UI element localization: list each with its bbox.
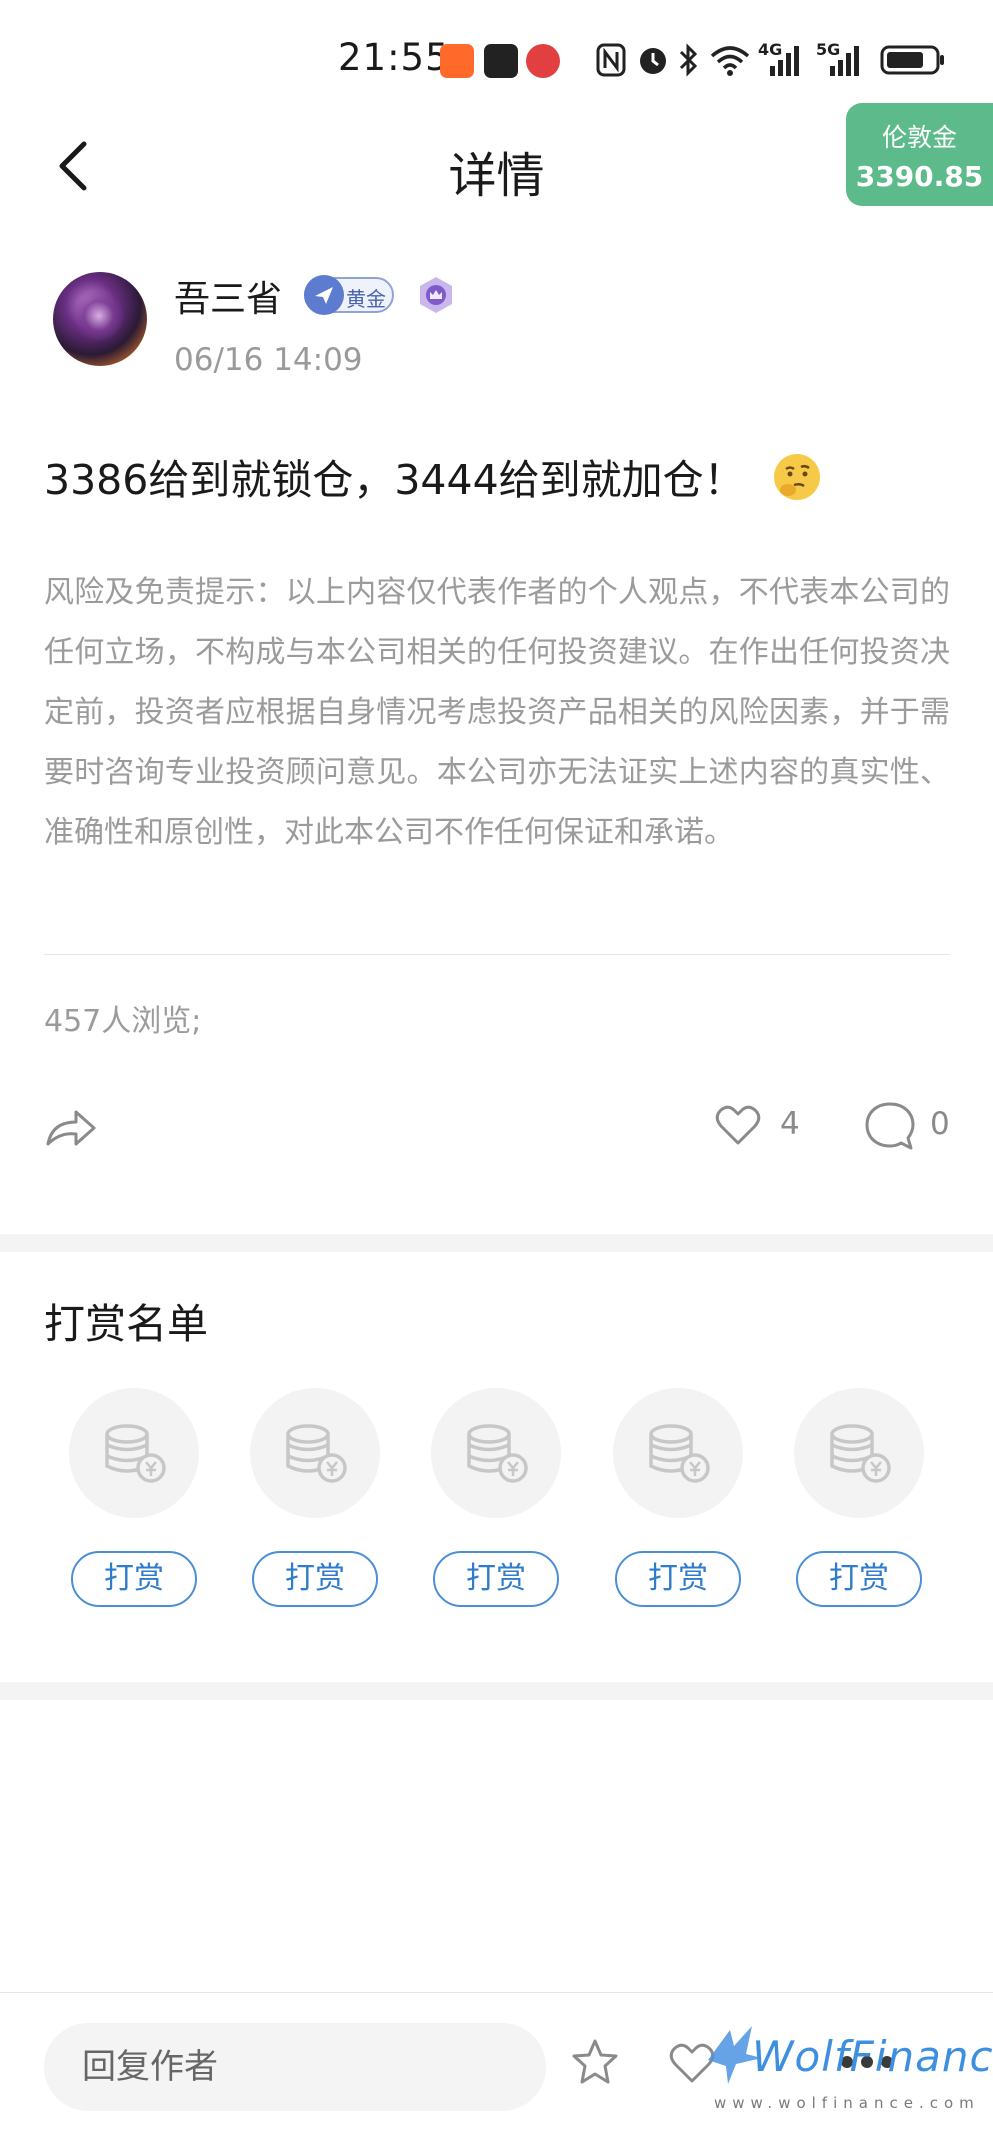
- share-icon[interactable]: [42, 1102, 98, 1152]
- author-name[interactable]: 吾三省: [174, 270, 282, 322]
- tip-button[interactable]: 打赏: [796, 1551, 922, 1607]
- battery-icon: [880, 45, 944, 75]
- gold-price-label: 伦敦金: [881, 123, 957, 152]
- vip-crown-icon: [420, 277, 452, 313]
- coin-stack-icon: [431, 1388, 561, 1518]
- gold-price-value: 3390.85: [855, 160, 984, 193]
- like-count: 4: [780, 1106, 800, 1142]
- brand-watermark: WolfFinance www.wolfinance.com: [700, 2020, 993, 2120]
- signal-icon: [770, 46, 799, 76]
- risk-disclaimer: 风险及免责提示：以上内容仅代表作者的个人观点，不代表本公司的任何立场，不构成与本…: [44, 575, 950, 850]
- section-separator: [0, 1234, 993, 1252]
- page-title: 详情: [448, 148, 545, 204]
- status-clock: 21:55: [338, 36, 450, 79]
- coin-stack-icon: [613, 1388, 743, 1518]
- author-avatar[interactable]: [53, 272, 147, 366]
- navigation-header: 详情: [0, 110, 993, 220]
- app-notification-icon: [484, 44, 518, 78]
- nfc-icon: [596, 43, 626, 77]
- heart-icon[interactable]: [714, 1103, 762, 1147]
- rewards-title: 打赏名单: [44, 1300, 208, 1348]
- signal-icon: [830, 46, 859, 76]
- section-separator: [0, 1682, 993, 1700]
- coin-stack-icon: [69, 1388, 199, 1518]
- status-bar: 21:55 4G 5G: [0, 0, 993, 110]
- divider: [44, 954, 950, 955]
- bluetooth-icon: [679, 43, 698, 77]
- tier-badge: 黄金: [304, 275, 394, 315]
- reply-input[interactable]: [44, 2023, 546, 2111]
- post-timestamp: 06/16 14:09: [174, 342, 363, 378]
- coin-stack-icon: [250, 1388, 380, 1518]
- wifi-icon: [710, 46, 750, 76]
- view-count: 457人浏览;: [44, 1004, 202, 1039]
- star-icon[interactable]: [570, 2037, 620, 2087]
- tip-button[interactable]: 打赏: [433, 1551, 559, 1607]
- watermark-url: www.wolfinance.com: [714, 2094, 980, 2112]
- thinking-face-icon: [774, 454, 820, 500]
- app-notification-icon: [526, 44, 560, 78]
- comment-icon[interactable]: [864, 1100, 916, 1152]
- gold-price-badge[interactable]: 伦敦金 3390.85: [846, 103, 993, 206]
- comment-count: 0: [930, 1106, 950, 1142]
- tip-button[interactable]: 打赏: [252, 1551, 378, 1607]
- tip-button[interactable]: 打赏: [615, 1551, 741, 1607]
- coin-stack-icon: [794, 1388, 924, 1518]
- alarm-icon: [640, 48, 666, 74]
- app-notification-icon: [440, 44, 474, 78]
- paper-plane-icon: [304, 275, 344, 315]
- tier-label: 黄金: [346, 287, 386, 311]
- post-title: 3386给到就锁仓，3444给到就加仓！: [44, 456, 745, 504]
- tip-button[interactable]: 打赏: [71, 1551, 197, 1607]
- watermark-brand: WolfFinance: [752, 2032, 993, 2081]
